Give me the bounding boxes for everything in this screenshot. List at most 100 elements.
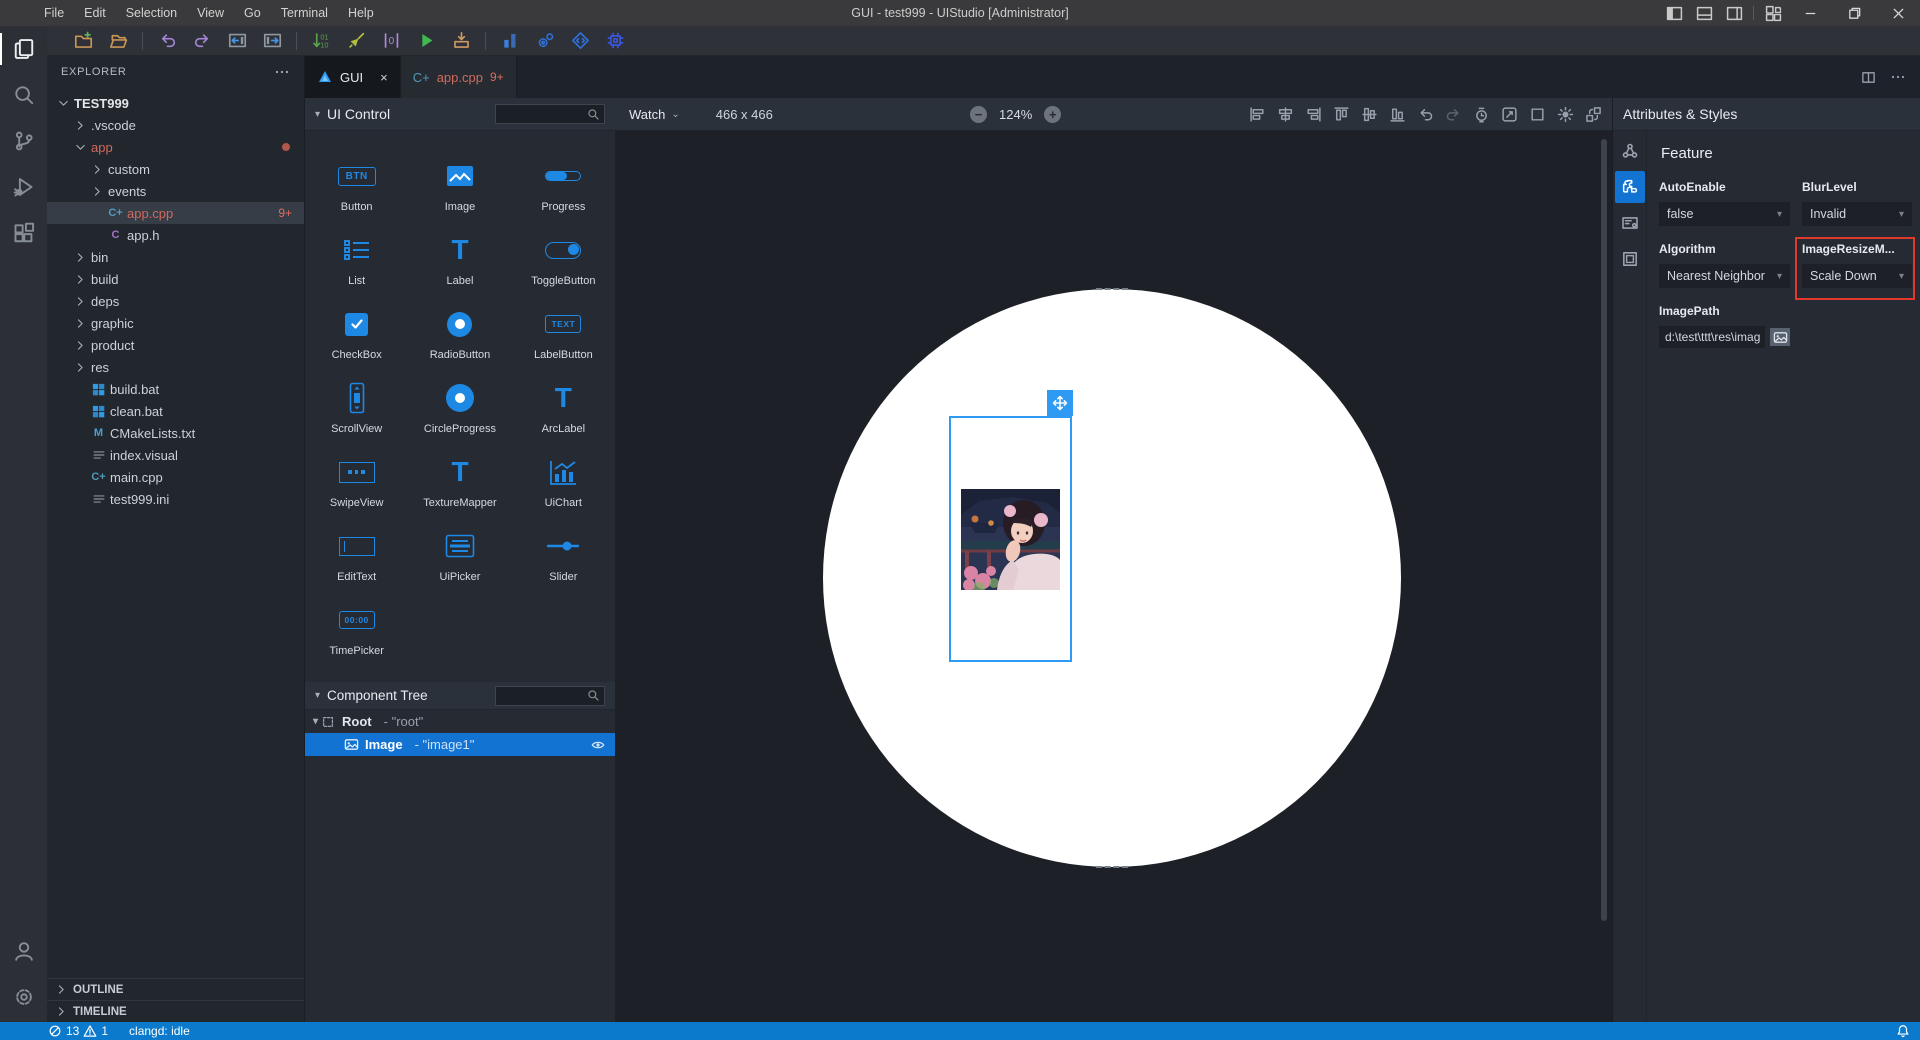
section-timeline[interactable]: TIMELINE: [47, 1000, 304, 1022]
watch-preview-icon[interactable]: [1473, 106, 1490, 123]
bind-icon[interactable]: [1501, 106, 1518, 123]
region-icon[interactable]: [1529, 106, 1546, 123]
tab-app-cpp[interactable]: C+app.cpp9+: [401, 56, 517, 98]
debug-icon[interactable]: [0, 164, 47, 210]
tree-item-product[interactable]: product: [47, 334, 304, 356]
align-right-icon[interactable]: [1305, 106, 1322, 123]
menu-go[interactable]: Go: [234, 0, 271, 26]
problems-indicator[interactable]: 13 1: [48, 1024, 108, 1038]
brightness-icon[interactable]: [1557, 106, 1574, 123]
move-handle[interactable]: [1047, 390, 1073, 416]
palette-item-labelbutton[interactable]: TEXTLabelButton: [512, 291, 615, 365]
menu-file[interactable]: File: [34, 0, 74, 26]
more-actions-icon[interactable]: [1890, 69, 1906, 85]
explorer-more-icon[interactable]: [274, 64, 290, 80]
new-folder-icon[interactable]: [73, 31, 93, 51]
field-dropdown-blurlevel[interactable]: Invalid▾: [1802, 202, 1912, 226]
menu-edit[interactable]: Edit: [74, 0, 116, 26]
zoom-in-button[interactable]: +: [1044, 106, 1061, 123]
align-bottom-icon[interactable]: [1389, 106, 1406, 123]
chip-icon[interactable]: [605, 31, 625, 51]
menu-selection[interactable]: Selection: [116, 0, 187, 26]
component-root[interactable]: ▾Root- "root": [305, 710, 615, 733]
palette-item-timepicker[interactable]: 00:00TimePicker: [305, 587, 408, 661]
redo2-icon[interactable]: [1445, 106, 1462, 123]
dock-left-icon[interactable]: [227, 31, 247, 51]
open-folder-icon[interactable]: [108, 31, 128, 51]
section-outline[interactable]: OUTLINE: [47, 978, 304, 1000]
minimize-button[interactable]: [1788, 0, 1832, 26]
split-editor-icon[interactable]: [1861, 70, 1876, 85]
palette-item-label[interactable]: TLabel: [408, 217, 511, 291]
watch-artboard[interactable]: [823, 289, 1401, 867]
menu-terminal[interactable]: Terminal: [271, 0, 338, 26]
notifications-button[interactable]: [1896, 1024, 1910, 1038]
tab-close-icon[interactable]: ×: [380, 70, 388, 85]
tree-item-main-cpp[interactable]: C+main.cpp: [47, 466, 304, 488]
toggle-secondary-sidebar-icon[interactable]: [1719, 0, 1749, 26]
deploy-icon[interactable]: [451, 31, 471, 51]
palette-item-progress[interactable]: Progress: [512, 143, 615, 217]
palette-item-button[interactable]: BTNButton: [305, 143, 408, 217]
collapse-caret-icon[interactable]: ▾: [315, 109, 320, 120]
sort-lines-icon[interactable]: 0110: [311, 31, 331, 51]
tree-item-events[interactable]: events: [47, 180, 304, 202]
menu-view[interactable]: View: [187, 0, 234, 26]
gears-icon[interactable]: [535, 31, 555, 51]
browse-image-button[interactable]: [1770, 328, 1790, 346]
tree-item-clean-bat[interactable]: clean.bat: [47, 400, 304, 422]
account-icon[interactable]: [0, 928, 47, 974]
undo-icon[interactable]: [157, 31, 177, 51]
palette-item-arclabel[interactable]: TArcLabel: [512, 365, 615, 439]
align-center-h-icon[interactable]: [1277, 106, 1294, 123]
component-image[interactable]: Image- "image1": [305, 733, 615, 756]
tree-item-app[interactable]: app: [47, 136, 304, 158]
toggle-sidebar-icon[interactable]: [1659, 0, 1689, 26]
customize-layout-icon[interactable]: [1758, 0, 1788, 26]
run-icon[interactable]: [416, 31, 436, 51]
tree-item-custom[interactable]: custom: [47, 158, 304, 180]
canvas-scrollbar[interactable]: [1601, 139, 1607, 921]
align-top-icon[interactable]: [1333, 106, 1350, 123]
palette-item-edittext[interactable]: EditText: [305, 513, 408, 587]
palette-item-checkbox[interactable]: CheckBox: [305, 291, 408, 365]
tree-item-vscode[interactable]: .vscode: [47, 114, 304, 136]
binary-icon[interactable]: 0: [381, 31, 401, 51]
ui-control-search-input[interactable]: [495, 104, 605, 124]
field-dropdown-algorithm[interactable]: Nearest Neighbor▾: [1659, 264, 1790, 288]
align-middle-v-icon[interactable]: [1361, 106, 1378, 123]
transform-icon[interactable]: [1585, 106, 1602, 123]
tree-item-build[interactable]: build: [47, 268, 304, 290]
visibility-eye-icon[interactable]: [591, 738, 605, 752]
align-left-icon[interactable]: [1249, 106, 1266, 123]
toggle-panel-icon[interactable]: [1689, 0, 1719, 26]
component-tree-search-input[interactable]: [495, 686, 605, 706]
zoom-out-button[interactable]: −: [970, 106, 987, 123]
device-selector[interactable]: Watch ⌄: [629, 107, 680, 122]
clean-icon[interactable]: [346, 31, 366, 51]
tree-item-app-cpp[interactable]: C+app.cpp9+: [47, 202, 304, 224]
redo-icon[interactable]: [192, 31, 212, 51]
perf-icon[interactable]: [500, 31, 520, 51]
tree-item-graphic[interactable]: graphic: [47, 312, 304, 334]
tree-item-build-bat[interactable]: build.bat: [47, 378, 304, 400]
menu-help[interactable]: Help: [338, 0, 384, 26]
palette-item-image[interactable]: Image: [408, 143, 511, 217]
undo2-icon[interactable]: [1417, 106, 1434, 123]
palette-item-togglebutton[interactable]: ToggleButton: [512, 217, 615, 291]
palette-item-uichart[interactable]: UiChart: [512, 439, 615, 513]
tab-gui[interactable]: GUI×: [305, 56, 401, 98]
tree-item-deps[interactable]: deps: [47, 290, 304, 312]
settings-icon[interactable]: [0, 974, 47, 1020]
palette-item-slider[interactable]: Slider: [512, 513, 615, 587]
tree-item-cmakelists-txt[interactable]: MCMakeLists.txt: [47, 422, 304, 444]
tree-item-test999[interactable]: TEST999: [47, 92, 304, 114]
nodes-icon[interactable]: [1615, 135, 1645, 167]
field-dropdown-autoenable[interactable]: false▾: [1659, 202, 1790, 226]
detail-icon[interactable]: [1615, 207, 1645, 239]
palette-item-circleprogress[interactable]: CircleProgress: [408, 365, 511, 439]
palette-item-swipeview[interactable]: SwipeView: [305, 439, 408, 513]
close-button[interactable]: [1876, 0, 1920, 26]
extensions-icon[interactable]: [0, 210, 47, 256]
shader-icon[interactable]: [570, 31, 590, 51]
